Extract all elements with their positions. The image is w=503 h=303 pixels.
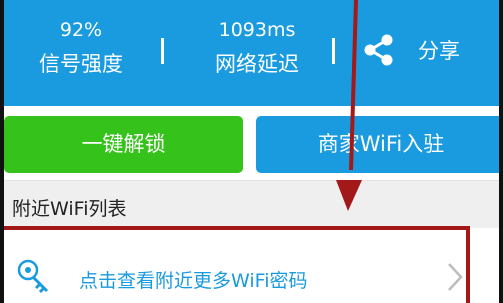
one-click-unlock-button[interactable]: 一键解锁 bbox=[4, 116, 243, 173]
nearby-wifi-section-header: 附近WiFi列表 bbox=[4, 180, 499, 228]
signal-strength-value: 92% bbox=[59, 19, 103, 41]
network-latency-value: 1093ms bbox=[218, 19, 296, 41]
action-buttons: 一键解锁 商家WiFi入驻 bbox=[4, 106, 499, 180]
network-latency-label: 网络延迟 bbox=[215, 52, 299, 76]
share-label: 分享 bbox=[418, 39, 460, 63]
stat-divider bbox=[161, 38, 164, 64]
signal-strength-label: 信号强度 bbox=[39, 52, 123, 76]
share-button[interactable]: 分享 bbox=[356, 28, 476, 72]
more-wifi-passwords-label: 点击查看附近更多WiFi密码 bbox=[79, 270, 308, 292]
key-icon bbox=[17, 259, 49, 294]
app-screen: 92% 信号强度 1093ms 网络延迟 分享 一键解锁 商家WiFi入驻 附近… bbox=[0, 0, 503, 303]
chevron-right-icon bbox=[448, 263, 463, 291]
signal-strength-stat: 92% 信号强度 bbox=[26, 18, 136, 78]
network-latency-stat: 1093ms 网络延迟 bbox=[192, 18, 322, 78]
stats-bar: 92% 信号强度 1093ms 网络延迟 分享 bbox=[4, 0, 499, 106]
section-title: 附近WiFi列表 bbox=[12, 198, 127, 220]
stat-divider bbox=[332, 38, 335, 64]
merchant-wifi-join-button[interactable]: 商家WiFi入驻 bbox=[256, 116, 499, 173]
share-icon bbox=[364, 34, 393, 66]
more-wifi-passwords-item[interactable]: 点击查看附近更多WiFi密码 bbox=[4, 228, 499, 303]
